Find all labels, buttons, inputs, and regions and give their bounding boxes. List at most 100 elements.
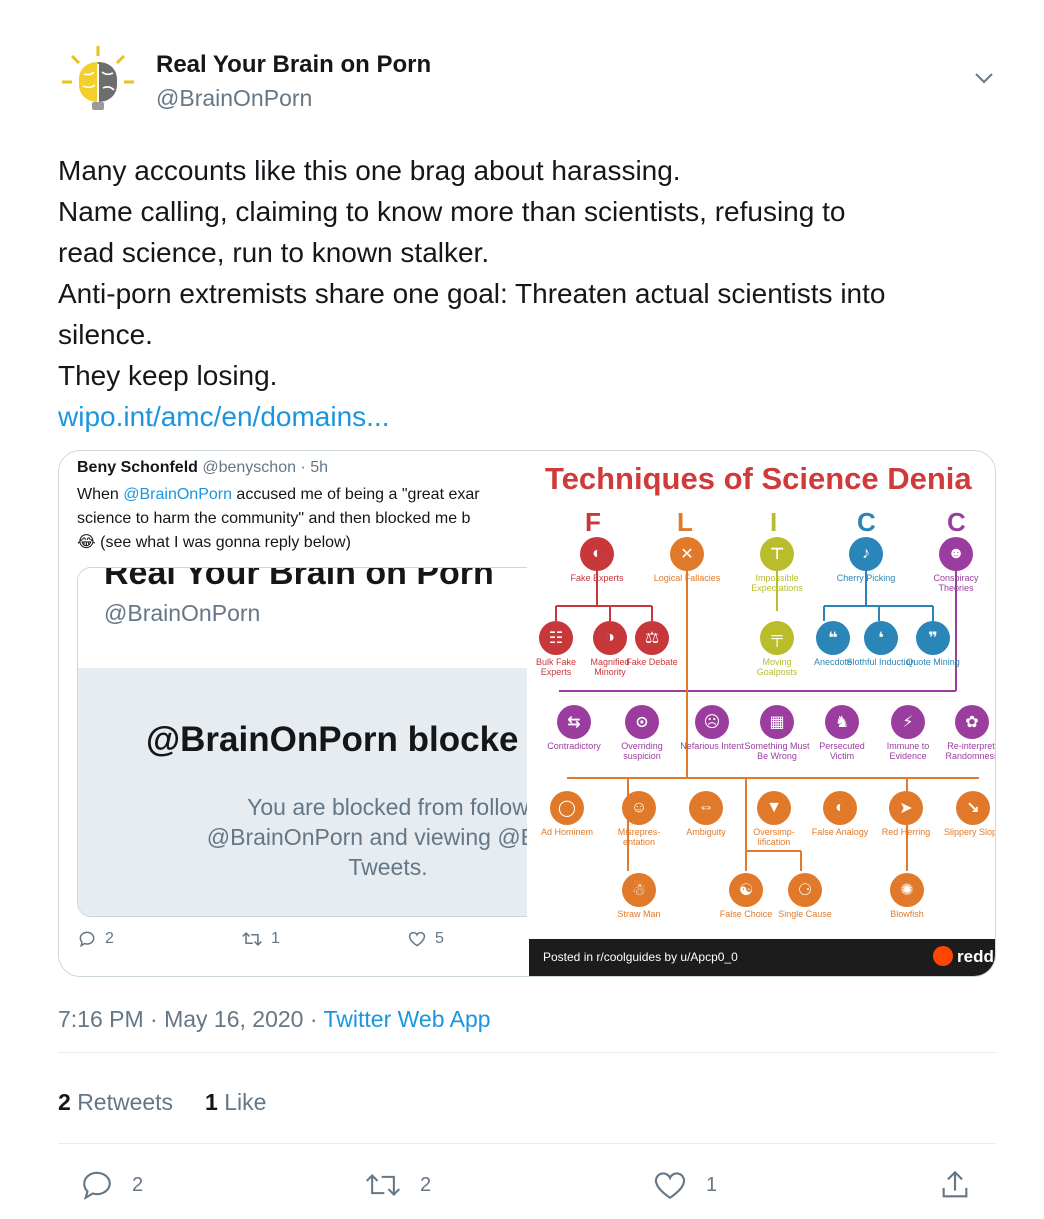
blocked-notice: @BrainOnPorn blocke You are blocked from… — [78, 668, 527, 916]
single-cause-icon: ⚆ — [788, 873, 822, 907]
node-label: Impossible Expectations — [751, 573, 803, 593]
quoted-reply-count: 2 — [105, 930, 114, 947]
impossible-expectations-icon: ⊤ — [760, 537, 794, 571]
reply-button[interactable]: 2 — [80, 1168, 143, 1202]
node-label: Logical Fallacies — [653, 573, 721, 583]
node-label: Red Herring — [881, 827, 931, 837]
quoted-reply-stat: 2 — [77, 929, 114, 949]
tweet-link[interactable]: wipo.int/amc/en/domains... — [58, 396, 998, 437]
quoted-retweet-count: 1 — [271, 930, 280, 947]
node-label: Nefarious Intent — [680, 741, 744, 751]
oversimplification-icon: ▼ — [757, 791, 791, 825]
retweet-icon — [242, 931, 262, 947]
like-button[interactable]: 1 — [652, 1168, 717, 1202]
ambiguity-icon: ⇔ — [689, 791, 723, 825]
author-avatar[interactable] — [58, 42, 138, 122]
reddit-brand: reddi — [933, 946, 995, 967]
more-options-chevron-down-icon[interactable] — [970, 64, 998, 92]
quoted-like-count: 5 — [435, 930, 444, 947]
reply-icon — [79, 931, 95, 948]
heart-icon — [408, 931, 426, 947]
tweet-text-line: Name calling, claiming to know more than… — [58, 196, 846, 227]
letter-i: I — [770, 507, 778, 537]
reply-count: 2 — [132, 1173, 144, 1196]
reddit-brand-text: reddi — [957, 947, 995, 966]
red-herring-icon: ➤ — [889, 791, 923, 825]
quoted-like-stat: 5 — [407, 929, 444, 949]
straw-man-icon: ☃ — [622, 873, 656, 907]
anecdote-icon: ❝ — [816, 621, 850, 655]
retweet-count: 2 — [420, 1173, 432, 1196]
share-button[interactable] — [938, 1168, 972, 1202]
blocked-profile-card: Real Your Brain on Porn @BrainOnPorn @Br… — [77, 567, 527, 917]
node-label: Persecuted Victim — [819, 741, 865, 761]
node-label: Conspiracy Theories — [933, 573, 979, 593]
node-label: Ambiguity — [686, 827, 726, 837]
logical-fallacies-icon: ✕ — [670, 537, 704, 571]
ad-hominem-icon: ◯ — [550, 791, 584, 825]
likes-label: Like — [224, 1089, 267, 1115]
cherry-picking-icon: ♪ — [849, 537, 883, 571]
profile-name: Real Your Brain on Porn — [104, 567, 494, 592]
quoted-text-fragment: When — [77, 486, 124, 503]
tweet-actions: 2 2 1 — [58, 1160, 996, 1210]
reply-icon — [83, 1171, 111, 1201]
overriding-suspicion-icon: ⊙ — [625, 705, 659, 739]
letter-l: L — [677, 507, 693, 537]
profile-handle: @BrainOnPorn — [104, 600, 261, 626]
author-name[interactable]: Real Your Brain on Porn — [156, 51, 431, 79]
reddit-logo-icon — [933, 946, 953, 966]
tweet-source[interactable]: Twitter Web App — [324, 1006, 491, 1032]
quoted-text-line: science to harm the community" and then … — [77, 510, 471, 527]
heart-icon — [654, 1172, 686, 1200]
retweets-label: Retweets — [77, 1089, 174, 1115]
moving-goalposts-icon: ╤ — [760, 621, 794, 655]
blowfish-icon: ✺ — [890, 873, 924, 907]
node-label: Immune to Evidence — [886, 741, 930, 761]
contradictory-icon: ⇆ — [557, 705, 591, 739]
node-label: Cherry Picking — [836, 573, 896, 583]
likes-count: 1 — [205, 1089, 218, 1115]
blocked-message: You are blocked from follow @BrainOnPorn… — [78, 792, 527, 882]
quoted-text-fragment: accused me of being a "great exar — [231, 486, 480, 503]
node-label: Oversimp- lification — [753, 827, 795, 847]
quoted-tweet-screenshot: Beny Schonfeld @benyschon · 5h When @Bra… — [59, 451, 527, 976]
node-label: Ad Hominem — [540, 827, 594, 837]
quoted-text-line: 😂 (see what I was gonna reply below) — [77, 534, 351, 551]
letter-c: C — [857, 507, 876, 537]
retweets-stat[interactable]: 2 Retweets — [58, 1089, 173, 1115]
author-handle[interactable]: @BrainOnPorn — [156, 85, 312, 112]
node-label: Single Cause — [778, 909, 832, 919]
quoted-tweet-text: When @BrainOnPorn accused me of being a … — [77, 483, 527, 555]
tweet-timestamp[interactable]: 7:16 PM · May 16, 2020 · — [58, 1006, 324, 1032]
quote-mining-icon: ❞ — [916, 621, 950, 655]
divider — [58, 1143, 996, 1144]
blocked-title: @BrainOnPorn blocke — [146, 720, 519, 759]
quoted-tweet-header: Beny Schonfeld @benyschon · 5h — [77, 459, 328, 477]
node-label: Straw Man — [617, 909, 661, 919]
slothful-induction-icon: ❛ — [864, 621, 898, 655]
tweet-text: Many accounts like this one brag about h… — [58, 150, 998, 437]
quoted-text-line: When @BrainOnPorn accused me of being a … — [77, 483, 527, 507]
conspiracy-theories-icon: ☻ — [939, 537, 973, 571]
share-icon — [942, 1170, 968, 1198]
something-wrong-icon: ▦ — [760, 705, 794, 739]
blocked-message-line: Tweets. — [348, 854, 428, 880]
misrepresentation-icon: ☺ — [622, 791, 656, 825]
posted-in-text: Posted in r/coolguides by u/Apcp0_0 — [543, 950, 738, 964]
false-choice-icon: ☯ — [729, 873, 763, 907]
tweet-meta: 7:16 PM · May 16, 2020 · Twitter Web App — [58, 1006, 491, 1033]
media-card[interactable]: Beny Schonfeld @benyschon · 5h When @Bra… — [58, 450, 996, 977]
retweet-button[interactable]: 2 — [364, 1168, 431, 1202]
blocked-message-line: @BrainOnPorn and viewing @Brair — [206, 824, 527, 850]
tweet-text-line: Many accounts like this one brag about h… — [58, 155, 681, 186]
immune-to-evidence-icon: ⚡ — [891, 705, 925, 739]
likes-stat[interactable]: 1 Like — [205, 1089, 266, 1115]
node-label: Fake Debate — [626, 657, 678, 667]
node-label: Quote Mining — [906, 657, 960, 667]
letter-f: F — [585, 507, 601, 537]
fake-debate-icon: ⚖ — [635, 621, 669, 655]
quoted-tweet-actions: 2 1 5 — [77, 929, 517, 953]
node-label: Fake Experts — [570, 573, 624, 583]
profile-header: Real Your Brain on Porn @BrainOnPorn — [78, 568, 527, 668]
